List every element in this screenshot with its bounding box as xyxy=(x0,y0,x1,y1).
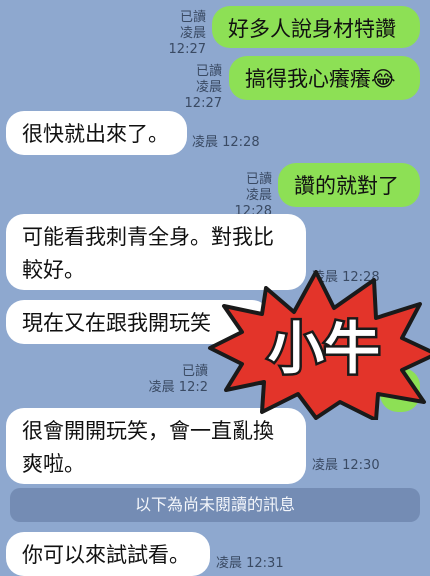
message-time: 凌晨 12:30 xyxy=(312,458,380,473)
sent-message[interactable]: 好多人說身材特讚 xyxy=(212,6,420,48)
read-receipt: 已讀 凌晨 12:27 xyxy=(168,10,206,57)
received-message[interactable]: 很快就出來了。 xyxy=(6,111,187,155)
received-message[interactable]: 你可以來試試看。 xyxy=(6,532,210,576)
sticker-text: 小牛 xyxy=(268,317,380,382)
read-receipt: 已讀 凌晨 12:2 xyxy=(148,364,208,395)
starburst-sticker: 小牛 xyxy=(208,270,430,420)
message-time: 凌晨 12:28 xyxy=(192,135,260,150)
read-receipt: 已讀 凌晨 12:28 xyxy=(234,172,272,219)
unread-divider: 以下為尚未閱讀的訊息 xyxy=(10,488,420,522)
read-receipt: 已讀 凌晨 12:27 xyxy=(184,64,222,111)
sent-message[interactable]: 讚的就對了 xyxy=(278,163,420,207)
sent-message[interactable]: 搞得我心癢癢😂 xyxy=(229,56,420,100)
message-time: 凌晨 12:31 xyxy=(216,556,284,571)
